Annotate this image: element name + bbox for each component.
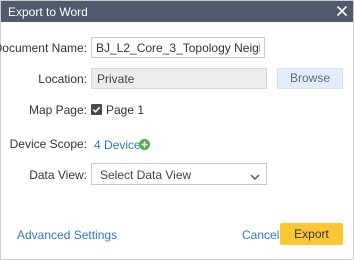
export-button[interactable]: Export (280, 223, 343, 245)
document-name-label: Document Name: (0, 41, 87, 55)
dialog-titlebar: Export to Word (1, 1, 353, 22)
plus-circle-icon[interactable] (139, 139, 150, 150)
dialog-title: Export to Word (8, 5, 88, 19)
export-to-word-dialog: Export to Word Document Name: Location: … (0, 0, 354, 260)
device-scope-label: Device Scope: (9, 137, 87, 151)
location-label: Location: (38, 72, 87, 86)
location-field: Private (91, 68, 267, 89)
data-view-label: Data View: (29, 168, 87, 182)
cancel-button[interactable]: Cancel (242, 228, 279, 242)
document-name-input[interactable] (91, 37, 265, 58)
data-view-selected: Select Data View (100, 168, 192, 182)
browse-button[interactable]: Browse (277, 68, 343, 89)
chevron-down-icon (250, 170, 260, 180)
page-1-checkbox[interactable] (91, 104, 102, 115)
data-view-select[interactable]: Select Data View (91, 163, 267, 185)
close-icon[interactable] (334, 3, 350, 19)
page-1-label: Page 1 (106, 103, 145, 117)
advanced-settings-link[interactable]: Advanced Settings (17, 228, 117, 242)
map-page-label: Map Page: (28, 103, 87, 117)
